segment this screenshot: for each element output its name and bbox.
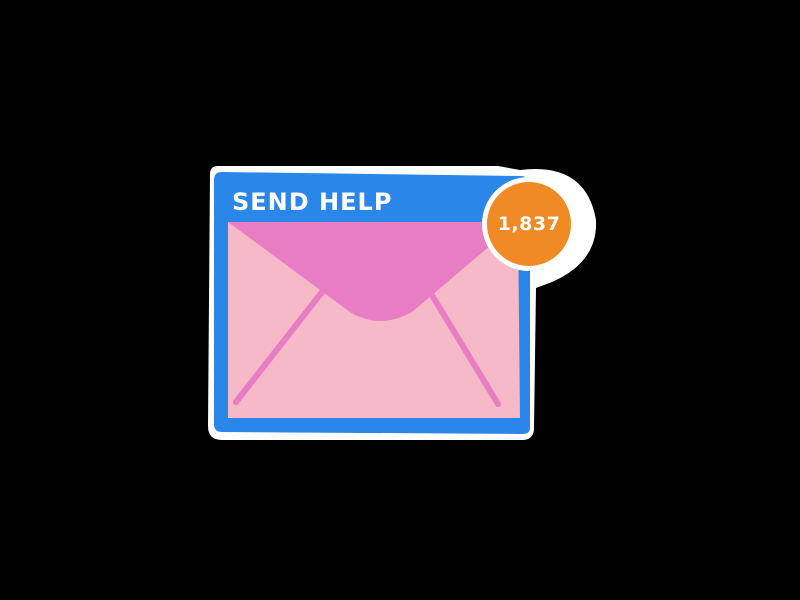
unread-count-badge: 1,837: [482, 177, 576, 271]
envelope-icon: [228, 222, 520, 418]
window-title: SEND HELP: [232, 188, 393, 216]
unread-count: 1,837: [497, 213, 561, 235]
mail-window-sticker: [208, 166, 597, 440]
canvas: SEND HELP 1,837: [0, 0, 800, 600]
